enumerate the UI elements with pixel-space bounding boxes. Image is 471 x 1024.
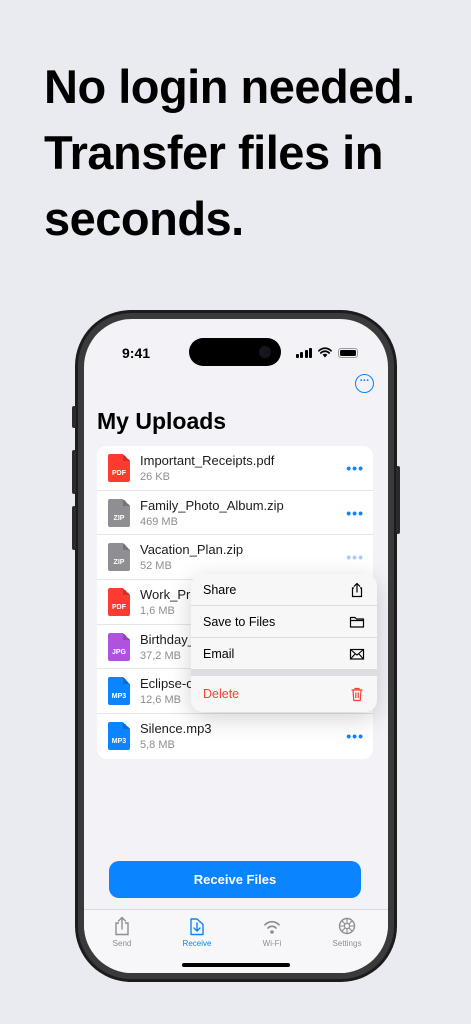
more-options-icon[interactable]: ···: [355, 374, 374, 393]
gear-icon: [338, 917, 356, 935]
mp3-file-icon: MP3: [108, 677, 130, 706]
headline-line-3: seconds.: [44, 192, 244, 245]
tab-label: Settings: [332, 939, 362, 948]
zip-file-icon: ZIP: [108, 543, 130, 572]
folder-icon: [349, 616, 365, 628]
battery-icon: [338, 347, 358, 358]
tab-send[interactable]: Send: [92, 916, 152, 948]
file-size: 37,2 MB: [140, 649, 181, 662]
menu-item-delete[interactable]: Delete: [191, 676, 377, 712]
menu-item-label: Email: [203, 647, 235, 661]
marketing-headline: No login needed. Transfer files in secon…: [44, 54, 464, 252]
tab-bar: Send Receive Wi-Fi Settings: [84, 909, 388, 973]
tab-label: Receive: [182, 939, 212, 948]
file-name: Vacation_Plan.zip: [140, 542, 244, 558]
file-size: 52 MB: [140, 560, 172, 573]
status-time: 9:41: [122, 345, 151, 361]
tab-label: Wi-Fi: [262, 939, 282, 948]
envelope-icon: [349, 648, 365, 660]
file-name: Family_Photo_Album.zip: [140, 497, 284, 513]
file-size: 5,8 MB: [140, 739, 175, 752]
file-name: Silence.mp3: [140, 721, 212, 737]
receive-files-button[interactable]: Receive Files: [109, 861, 361, 898]
file-name: Birthday_: [140, 631, 195, 647]
status-icons: [295, 347, 358, 358]
pdf-file-icon: PDF: [108, 454, 130, 482]
mute-switch: [72, 406, 76, 428]
file-row[interactable]: MP3 Silence.mp3 5,8 MB •••: [97, 714, 373, 759]
share-icon: [351, 582, 363, 598]
context-menu: Share Save to Files Email Delete: [191, 574, 377, 712]
menu-item-label: Delete: [203, 687, 240, 701]
menu-item-email[interactable]: Email: [191, 638, 377, 670]
tab-settings[interactable]: Settings: [317, 916, 377, 948]
volume-down-button: [72, 506, 76, 550]
send-icon: [115, 916, 129, 936]
power-button: [396, 466, 400, 534]
jpg-file-icon: JPG: [108, 632, 130, 661]
file-row[interactable]: ZIP Family_Photo_Album.zip 469 MB •••: [97, 491, 373, 536]
mp3-file-icon: MP3: [108, 722, 130, 751]
tab-receive[interactable]: Receive: [167, 916, 227, 948]
file-size: 469 MB: [140, 515, 178, 528]
phone-frame: 9:41 ··· My Uploads PDF Important_Receip…: [72, 310, 400, 982]
headline-line-1: No login needed.: [44, 60, 415, 113]
file-size: 12,6 MB: [140, 694, 181, 707]
zip-file-icon: ZIP: [108, 498, 130, 527]
home-indicator: [182, 963, 290, 967]
trash-icon: [351, 687, 363, 702]
menu-item-label: Save to Files: [203, 615, 276, 629]
camera-icon: [259, 346, 271, 358]
more-icon[interactable]: •••: [346, 728, 364, 744]
phone-screen: 9:41 ··· My Uploads PDF Important_Receip…: [84, 319, 388, 973]
menu-item-share[interactable]: Share: [191, 574, 377, 606]
pdf-file-icon: PDF: [108, 588, 130, 617]
more-icon[interactable]: •••: [346, 460, 364, 476]
cellular-signal-icon: [295, 347, 312, 358]
more-icon[interactable]: •••: [346, 505, 364, 521]
page-title: My Uploads: [97, 408, 227, 434]
dynamic-island: [189, 338, 281, 366]
wifi-status-icon: [318, 347, 332, 358]
file-name: Work_Pro: [140, 587, 198, 603]
receive-icon: [190, 918, 204, 936]
file-name: Important_Receipts.pdf: [140, 453, 275, 468]
volume-up-button: [72, 450, 76, 494]
tab-wifi[interactable]: Wi-Fi: [242, 916, 302, 948]
file-row[interactable]: PDF Important_Receipts.pdf 26 KB •••: [97, 446, 373, 491]
menu-item-label: Share: [203, 583, 237, 597]
file-name: Eclipse-o: [140, 676, 194, 692]
file-size: 1,6 MB: [140, 605, 175, 618]
more-icon[interactable]: •••: [346, 549, 364, 565]
wifi-icon: [264, 920, 280, 934]
headline-line-2: Transfer files in: [44, 126, 383, 179]
file-size: 26 KB: [140, 471, 170, 483]
tab-label: Send: [112, 939, 132, 948]
menu-item-save-to-files[interactable]: Save to Files: [191, 606, 377, 638]
